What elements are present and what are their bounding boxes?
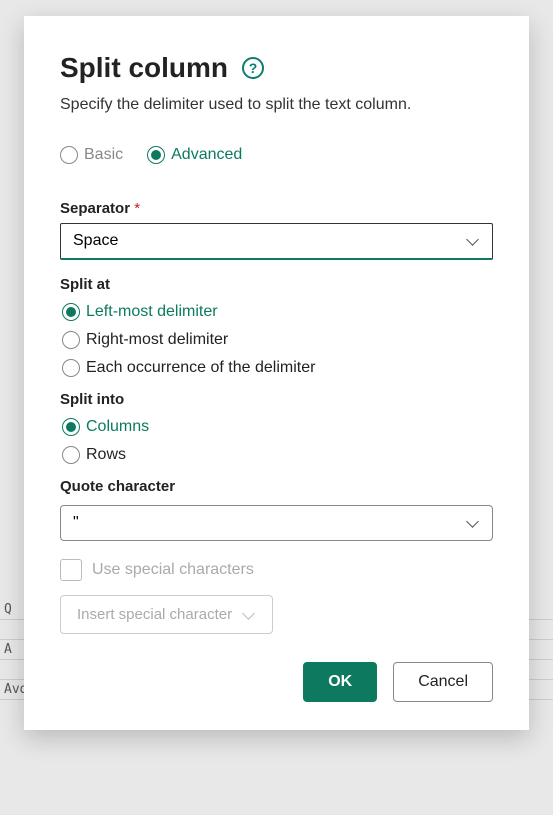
split-at-left-label: Left-most delimiter [86, 303, 218, 321]
radio-icon [62, 359, 80, 377]
split-into-columns-radio[interactable]: Columns [62, 418, 493, 436]
quote-char-value: " [73, 514, 79, 532]
split-into-group: Columns Rows [62, 418, 493, 464]
mode-basic-radio[interactable]: Basic [60, 146, 123, 164]
split-into-label: Split into [60, 391, 493, 408]
chevron-down-icon [466, 516, 480, 530]
dialog-subtitle: Specify the delimiter used to split the … [60, 96, 493, 114]
dialog-title: Split column [60, 52, 228, 84]
separator-value: Space [73, 232, 118, 250]
split-at-right-radio[interactable]: Right-most delimiter [62, 331, 493, 349]
mode-radio-group: Basic Advanced [60, 146, 493, 164]
insert-special-char-label: Insert special character [77, 606, 232, 623]
use-special-chars-checkbox[interactable] [60, 559, 82, 581]
split-at-label: Split at [60, 276, 493, 293]
required-mark: * [134, 200, 140, 217]
cancel-button[interactable]: Cancel [393, 662, 493, 702]
radio-icon [62, 418, 80, 436]
separator-select[interactable]: Space [60, 223, 493, 260]
radio-icon [62, 331, 80, 349]
mode-advanced-radio[interactable]: Advanced [147, 146, 242, 164]
split-into-rows-radio[interactable]: Rows [62, 446, 493, 464]
insert-special-char-button: Insert special character [60, 595, 273, 634]
split-at-group: Left-most delimiter Right-most delimiter… [62, 303, 493, 377]
help-icon[interactable]: ? [242, 57, 264, 79]
split-into-rows-label: Rows [86, 446, 126, 464]
radio-icon [147, 146, 165, 164]
radio-icon [62, 303, 80, 321]
split-column-dialog: Split column ? Specify the delimiter use… [24, 16, 529, 730]
quote-char-select[interactable]: " [60, 505, 493, 541]
radio-icon [60, 146, 78, 164]
split-at-right-label: Right-most delimiter [86, 331, 228, 349]
radio-icon [62, 446, 80, 464]
split-at-each-label: Each occurrence of the delimiter [86, 359, 315, 377]
separator-label: Separator * [60, 200, 493, 217]
chevron-down-icon [242, 608, 256, 622]
split-at-left-radio[interactable]: Left-most delimiter [62, 303, 493, 321]
ok-button[interactable]: OK [303, 662, 377, 702]
use-special-chars-label: Use special characters [92, 561, 254, 579]
mode-basic-label: Basic [84, 146, 123, 164]
split-into-columns-label: Columns [86, 418, 149, 436]
split-at-each-radio[interactable]: Each occurrence of the delimiter [62, 359, 493, 377]
mode-advanced-label: Advanced [171, 146, 242, 164]
quote-char-label: Quote character [60, 478, 493, 495]
chevron-down-icon [466, 234, 480, 248]
